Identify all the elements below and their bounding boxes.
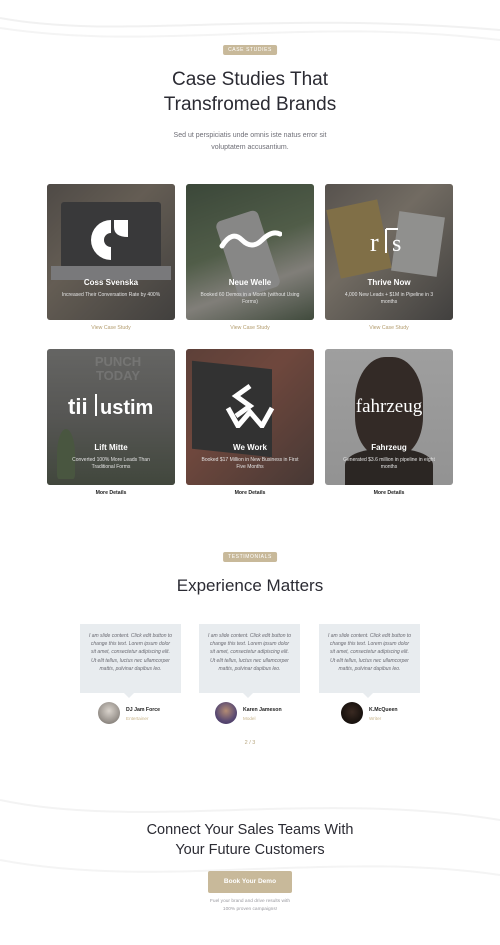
testimonial-name: DJ Jam Force	[126, 707, 161, 713]
svg-text:fahrzeug: fahrzeug	[356, 396, 423, 417]
card-title: Thrive Now	[367, 278, 411, 287]
testimonial-card-3: I am slide content. Click edit button to…	[319, 624, 420, 698]
fahrzeug-logo-icon: fahrzeug	[325, 375, 453, 435]
case-study-card-coss-svenska[interactable]: Coss Svenska Increased Their Conversatio…	[47, 184, 175, 320]
cta-title-line2: Your Future Customers	[175, 842, 325, 858]
case-study-card-we-work[interactable]: We Work Booked $17 Million in New Busine…	[186, 349, 314, 485]
case-study-card-fahrzeug[interactable]: fahrzeug Fahrzeug Generated $3.6 million…	[325, 349, 453, 485]
case-studies-subtitle-line2: voluptatem accusantium.	[211, 144, 289, 151]
card-description: Booked 60 Demos in a Month (without Usin…	[200, 292, 300, 305]
cta-note-line1: Fuel your brand and drive results with	[210, 899, 290, 904]
case-studies-tag: CASE STUDIES	[223, 45, 277, 55]
avatar	[215, 702, 237, 724]
card-title: Fahrzeug	[371, 443, 407, 452]
case-studies-title-line1: Case Studies That	[172, 69, 328, 90]
svg-text:s: s	[392, 231, 401, 255]
case-studies-subtitle-line1: Sed ut perspiciatis unde omnis iste natu…	[173, 132, 327, 139]
view-case-study-link-1[interactable]: View Case Study	[47, 325, 175, 331]
more-details-link-1[interactable]: More Details	[47, 490, 175, 496]
card-title: Lift Mitte	[94, 443, 128, 452]
lift-mitte-logo-icon: tii ustim	[47, 375, 175, 435]
testimonial-name: Karen Jameson	[243, 707, 282, 713]
svg-text:tii: tii	[68, 394, 88, 419]
more-details-link-2[interactable]: More Details	[186, 490, 314, 496]
case-study-card-neue-welle[interactable]: Neue Welle Booked 60 Demos in a Month (w…	[186, 184, 314, 320]
card-description: 4,000 New Leads + $1M in Pipeline in 3 m…	[344, 292, 434, 305]
card-title: Neue Welle	[228, 278, 272, 287]
testimonial-card-1: I am slide content. Click edit button to…	[80, 624, 181, 698]
card-title: Coss Svenska	[83, 278, 139, 287]
cta-title-line1: Connect Your Sales Teams With	[146, 822, 354, 838]
testimonial-card-2: I am slide content. Click edit button to…	[199, 624, 300, 698]
neue-welle-wave-icon	[186, 210, 314, 270]
card-title: We Work	[233, 443, 267, 452]
card-description: Converted 100% More Leads Than Tradition…	[72, 457, 150, 470]
testimonials-tag: TESTIMONIALS	[223, 552, 277, 562]
testimonial-text: I am slide content. Click edit button to…	[327, 633, 412, 672]
cta-note-line2: 100% proven campaigns!	[222, 907, 278, 912]
avatar	[341, 702, 363, 724]
card-description: Booked $17 Million in New Business in Fi…	[201, 457, 299, 470]
view-case-study-link-3[interactable]: View Case Study	[325, 325, 453, 331]
svg-text:r: r	[370, 228, 379, 255]
avatar	[98, 702, 120, 724]
testimonials-title: Experience Matters	[176, 576, 324, 595]
testimonial-text: I am slide content. Click edit button to…	[88, 633, 173, 672]
case-study-card-thrive-now[interactable]: r s Thrive Now 4,000 New Leads + $1M in …	[325, 184, 453, 320]
testimonial-text: I am slide content. Click edit button to…	[207, 633, 292, 672]
testimonial-role: Model	[243, 716, 256, 721]
card-description: Increased Their Conversation Rate by 400…	[61, 292, 161, 298]
coss-svenska-logo-icon	[47, 210, 175, 270]
thrive-now-logo-icon: r s	[325, 210, 453, 270]
testimonial-role: Writer	[369, 716, 382, 721]
svg-text:ustim: ustim	[100, 397, 153, 419]
book-demo-button[interactable]: Book Your Demo	[208, 871, 292, 893]
we-work-logo-icon	[186, 375, 314, 435]
case-study-card-lift-mitte[interactable]: PUNCHTODAY tii ustim Lift Mitte Converte…	[47, 349, 175, 485]
testimonial-name: K.McQueen	[369, 707, 398, 713]
case-studies-title-line2: Transfromed Brands	[163, 94, 337, 115]
slider-pagination[interactable]: 2 / 3	[0, 740, 500, 746]
more-details-link-3[interactable]: More Details	[325, 490, 453, 496]
card-description: Generated $3.6 million in pipeline in ei…	[343, 457, 435, 470]
view-case-study-link-2[interactable]: View Case Study	[186, 325, 314, 331]
testimonial-role: Entertainer	[126, 716, 149, 721]
